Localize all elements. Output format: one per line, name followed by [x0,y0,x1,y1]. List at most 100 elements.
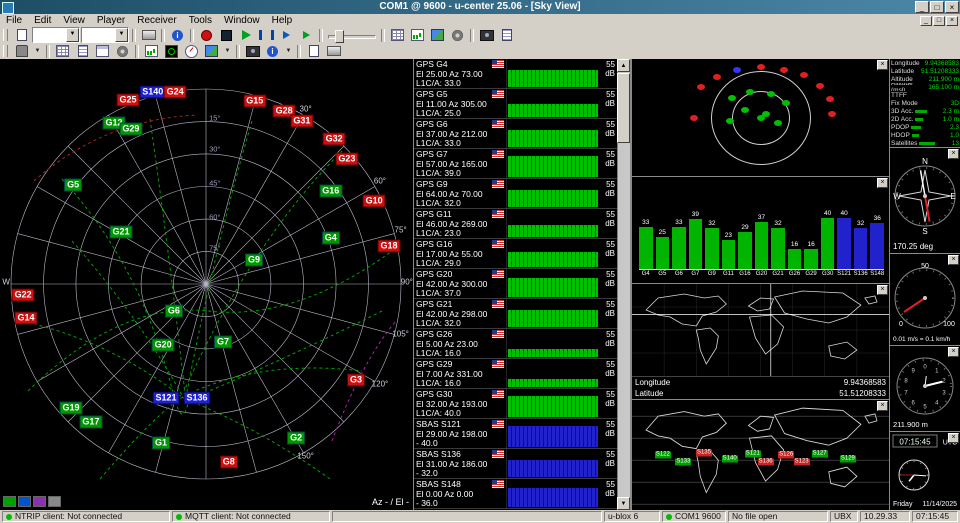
menu-file[interactable]: File [0,14,28,27]
sky-settings-button[interactable] [48,496,61,507]
close-panel-button[interactable]: × [948,149,959,159]
map-view-button[interactable] [428,28,447,43]
step-forward-button[interactable] [277,28,296,43]
baud-combo[interactable]: ▼ [81,27,129,43]
satellite-row[interactable]: SBAS S148El 0.00 Az 0.00- 36.055dB [414,479,617,509]
screenshot-button[interactable] [477,28,496,43]
sky-pan-button[interactable] [18,496,31,507]
satellite-marker-G20[interactable]: G20 [152,339,175,352]
satellite-marker-G1[interactable]: G1 [152,437,170,450]
satellite-marker-G17[interactable]: G17 [79,416,102,429]
satellite-marker-G5[interactable]: G5 [64,178,82,191]
scroll-up-arrow-icon[interactable]: ▲ [617,59,630,72]
sky-zoom-button[interactable] [3,496,16,507]
binary-console-button[interactable] [53,44,72,59]
satellite-marker-G15[interactable]: G15 [243,94,266,107]
configuration-view-button[interactable] [448,28,467,43]
play-button[interactable] [237,28,256,43]
sky-view-panel[interactable]: 30°60°75°90°105°120°150°W15°30°45°60°75°… [0,59,413,510]
satellite-row[interactable]: SBAS S136El 31.00 Az 186.00- 32.055dB [414,449,617,479]
satellite-level-list[interactable]: GPS G4El 25.00 Az 73.00L1C/A: 33.055dBGP… [414,59,617,510]
messages-table-button[interactable] [93,44,112,59]
menu-edit[interactable]: Edit [28,14,57,27]
combo-arrow-icon[interactable]: ▼ [66,28,79,42]
close-panel-button[interactable]: × [877,285,888,295]
position-map-panel[interactable]: Longitude9.94368583Latitude51.51208333 × [632,284,889,399]
scrollbar-thumb[interactable] [617,73,630,143]
satellite-row[interactable]: GPS G5El 11.00 Az 305.00L1C/A: 25.055dB [414,89,617,119]
satellite-marker-S140[interactable]: S140 [139,85,166,98]
about-button[interactable] [168,28,187,43]
compass-panel[interactable]: N E S W 170.25 deg × [890,148,960,253]
close-panel-button[interactable]: × [877,178,888,188]
close-button[interactable]: × [945,1,959,13]
clock-panel[interactable]: 07:15:45 UTC Friday 11/14/2025 × [890,432,960,510]
satellite-marker-G7[interactable]: G7 [214,336,232,349]
satellite-marker-G18[interactable]: G18 [378,239,401,252]
message-console-button[interactable] [73,44,92,59]
menu-tools[interactable]: Tools [183,14,218,27]
satellite-marker-G21[interactable]: G21 [109,225,132,238]
satellite-row[interactable]: GPS G30El 32.00 Az 193.00L1C/A: 40.055dB [414,389,617,419]
toolbar-grip[interactable] [3,29,8,41]
close-panel-button[interactable]: × [877,401,888,411]
text-console-button[interactable] [497,28,516,43]
map-button[interactable] [202,44,221,59]
tools-dropdown[interactable]: ▼ [283,44,294,59]
satellite-row[interactable]: SBAS S121El 29.00 Az 198.00- 40.055dB [414,419,617,449]
satellite-marker-G9[interactable]: G9 [245,253,263,266]
new-log-button[interactable] [12,28,31,43]
file-database-button[interactable] [304,44,323,59]
satellite-marker-G19[interactable]: G19 [60,402,83,415]
satellite-marker-G8[interactable]: G8 [220,456,238,469]
sky-trails-button[interactable] [33,496,46,507]
satellite-marker-S136[interactable]: S136 [183,392,210,405]
satellite-marker-G16[interactable]: G16 [319,184,342,197]
navigation-data-panel[interactable]: Longitude9.94368583Latitude51.51208333Al… [890,59,960,147]
altimeter-panel[interactable]: 0 1 2 3 4 5 6 7 8 9 211.900 m × [890,346,960,431]
camera-view-button[interactable] [243,44,262,59]
combo-arrow-icon[interactable]: ▼ [115,28,128,42]
satellite-row[interactable]: GPS G6El 37.00 Az 212.00L1C/A: 33.055dB [414,119,617,149]
satellite-marker-G25[interactable]: G25 [117,93,140,106]
chart-view-button[interactable] [142,44,161,59]
stop-button[interactable] [217,28,236,43]
fast-forward-button[interactable] [297,28,316,43]
satellite-row[interactable]: GPS G26El 5.00 Az 23.00L1C/A: 16.055dB [414,329,617,359]
menu-help[interactable]: Help [266,14,299,27]
satellite-row[interactable]: GPS G7El 57.00 Az 165.00L1C/A: 39.055dB [414,149,617,179]
close-panel-button[interactable]: × [877,60,888,70]
mdi-minimize-button[interactable]: _ [920,16,932,26]
deviation-map-button[interactable] [182,44,201,59]
graph-view-button[interactable] [408,28,427,43]
satellite-marker-G22[interactable]: G22 [12,289,35,302]
connect-dropdown[interactable]: ▼ [32,44,43,59]
mdi-close-button[interactable]: × [946,16,958,26]
menu-window[interactable]: Window [218,14,266,27]
statistics-button[interactable] [263,44,282,59]
satellite-row[interactable]: GPS G21El 42.00 Az 298.00L1C/A: 32.055dB [414,299,617,329]
satellite-row[interactable]: GPS G20El 42.00 Az 300.00L1C/A: 37.055dB [414,269,617,299]
satellite-marker-G32[interactable]: G32 [323,132,346,145]
satellite-marker-S121[interactable]: S121 [153,392,180,405]
satellite-marker-G6[interactable]: G6 [165,304,183,317]
views-dropdown[interactable]: ▼ [222,44,233,59]
sbas-map-panel[interactable]: S122S133S135S140S121S136S126S123S127S129… [632,400,889,510]
print-button[interactable] [139,28,158,43]
satellite-marker-G2[interactable]: G2 [287,432,305,445]
close-panel-button[interactable]: × [948,255,959,265]
satellite-marker-G24[interactable]: G24 [164,85,187,98]
port-combo[interactable]: ▼ [32,27,80,43]
satellite-marker-G10[interactable]: G10 [363,194,386,207]
close-panel-button[interactable]: × [948,433,959,443]
mdi-restore-button[interactable]: □ [933,16,945,26]
close-panel-button[interactable]: × [948,347,959,357]
satellite-row[interactable]: GPS G11El 46.00 Az 269.00L1C/A: 23.055dB [414,209,617,239]
connect-button[interactable] [12,44,31,59]
satellite-marker-G14[interactable]: G14 [15,312,38,325]
menu-view[interactable]: View [57,14,91,27]
play-speed-slider[interactable] [326,29,378,42]
sky-view-button[interactable] [162,44,181,59]
messages-view-button[interactable] [388,28,407,43]
satellite-marker-G23[interactable]: G23 [335,152,358,165]
